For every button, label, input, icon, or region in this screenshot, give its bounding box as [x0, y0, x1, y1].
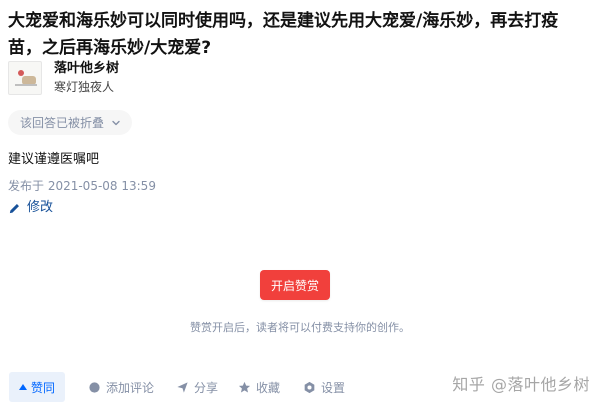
- answer-content: 建议谨遵医嘱吧: [8, 152, 100, 167]
- add-comment-button[interactable]: 添加评论: [88, 372, 154, 402]
- favorite-label: 收藏: [256, 380, 281, 395]
- enable-reward-button[interactable]: 开启赞赏: [260, 270, 330, 300]
- watermark: 知乎 @落叶他乡树: [452, 375, 590, 394]
- author-name[interactable]: 落叶他乡树: [54, 60, 119, 78]
- reward-description: 赞赏开启后，读者将可以付费支持你的创作。: [190, 321, 410, 334]
- share-button[interactable]: 分享: [176, 372, 218, 402]
- chevron-down-icon: [112, 120, 120, 125]
- vote-up-button[interactable]: 赞同: [9, 372, 66, 402]
- comment-icon: [89, 381, 100, 393]
- share-icon: [177, 381, 188, 393]
- gear-icon: [304, 381, 315, 393]
- author-headline: 寒灯独夜人: [54, 80, 115, 94]
- author-text: 落叶他乡树 寒灯独夜人: [54, 60, 119, 96]
- edit-label: 修改: [27, 200, 54, 215]
- folded-label: 该回答已被折叠: [20, 116, 105, 130]
- pencil-icon: [9, 203, 19, 213]
- question-title[interactable]: 大宠爱和海乐妙可以同时使用吗，还是建议先用大宠爱/海乐妙，再去打疫苗，之后再海乐…: [8, 8, 592, 62]
- publish-time[interactable]: 发布于 2021-05-08 13:59: [8, 176, 156, 196]
- settings-label: 设置: [321, 380, 346, 395]
- edit-button[interactable]: 修改: [8, 198, 53, 218]
- favorite-button[interactable]: 收藏: [238, 372, 280, 402]
- share-label: 分享: [194, 380, 219, 395]
- comment-label: 添加评论: [106, 380, 155, 395]
- vote-label: 赞同: [31, 380, 56, 395]
- avatar[interactable]: [8, 61, 42, 95]
- author-info: 落叶他乡树 寒灯独夜人: [8, 60, 119, 96]
- settings-button[interactable]: 设置: [303, 372, 345, 402]
- triangle-up-icon: [19, 384, 27, 390]
- folded-badge[interactable]: 该回答已被折叠: [8, 110, 133, 135]
- star-icon: [238, 381, 251, 393]
